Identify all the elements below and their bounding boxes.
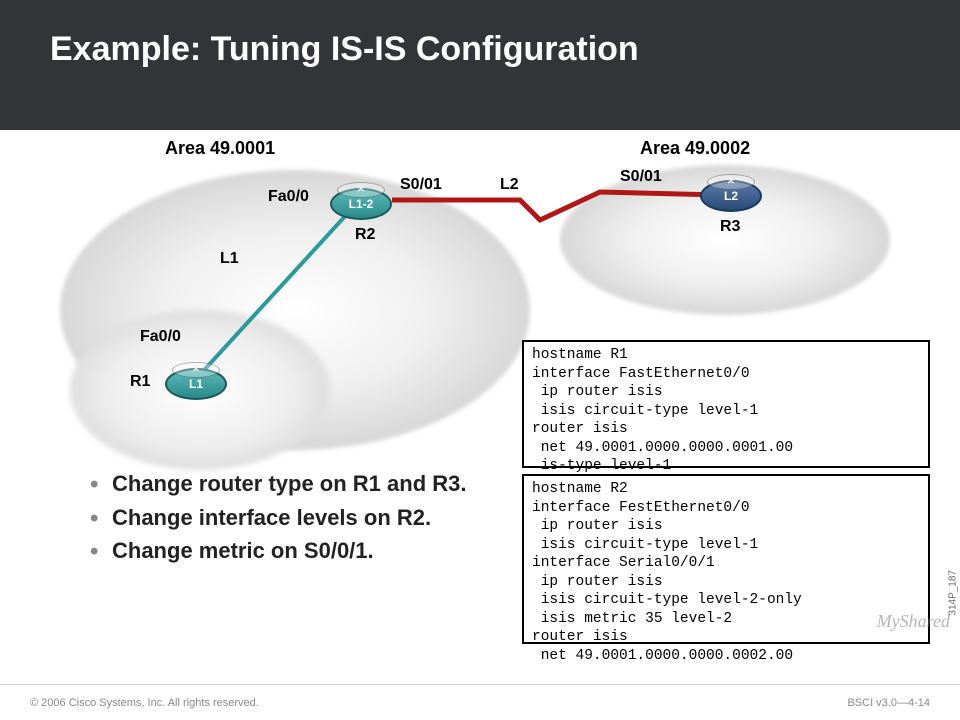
router-r3-level: L2 <box>724 189 738 203</box>
router-r1-name: R1 <box>130 373 150 391</box>
slide-header: Example: Tuning IS-IS Configuration <box>0 0 960 130</box>
link-l1-label: L1 <box>220 250 239 268</box>
router-r1-level: L1 <box>189 377 203 391</box>
link-l2-label: L2 <box>500 176 519 194</box>
bullet-item: Change router type on R1 and R3. <box>90 470 470 498</box>
router-r2-name: R2 <box>355 226 375 244</box>
r1-fa-label: Fa0/0 <box>140 328 181 346</box>
copyright-text: © 2006 Cisco Systems, Inc. All rights re… <box>30 697 259 709</box>
slide-footer: © 2006 Cisco Systems, Inc. All rights re… <box>0 684 960 720</box>
bullet-item: Change metric on S0/0/1. <box>90 537 470 565</box>
figure-code: 314P_187 <box>948 570 959 616</box>
r2-s-label: S0/01 <box>400 176 442 194</box>
router-r3-name: R3 <box>720 218 740 236</box>
bullet-list: Change router type on R1 and R3. Change … <box>90 470 470 571</box>
slide-body: Area 49.0001 Area 49.0002 ✕ L1-2 R2 Fa0/… <box>0 130 960 660</box>
r2-fa-label: Fa0/0 <box>268 188 309 206</box>
slide-number: BSCI v3.0—4-14 <box>847 697 930 709</box>
bullet-item: Change interface levels on R2. <box>90 504 470 532</box>
area-label-2: Area 49.0002 <box>640 138 750 159</box>
config-box-r2: hostname R2 interface FestEthernet0/0 ip… <box>522 474 930 644</box>
watermark: MyShared <box>877 611 950 632</box>
router-r2-level: L1-2 <box>349 197 374 211</box>
config-box-r1: hostname R1 interface FastEthernet0/0 ip… <box>522 340 930 468</box>
slide-title: Example: Tuning IS-IS Configuration <box>50 30 930 69</box>
r3-s-label: S0/01 <box>620 168 662 186</box>
area-label-1: Area 49.0001 <box>165 138 275 159</box>
router-r1-icon: ✕ L1 <box>165 368 227 400</box>
router-r2-icon: ✕ L1-2 <box>330 188 392 220</box>
router-r3-icon: ✕ L2 <box>700 180 762 212</box>
